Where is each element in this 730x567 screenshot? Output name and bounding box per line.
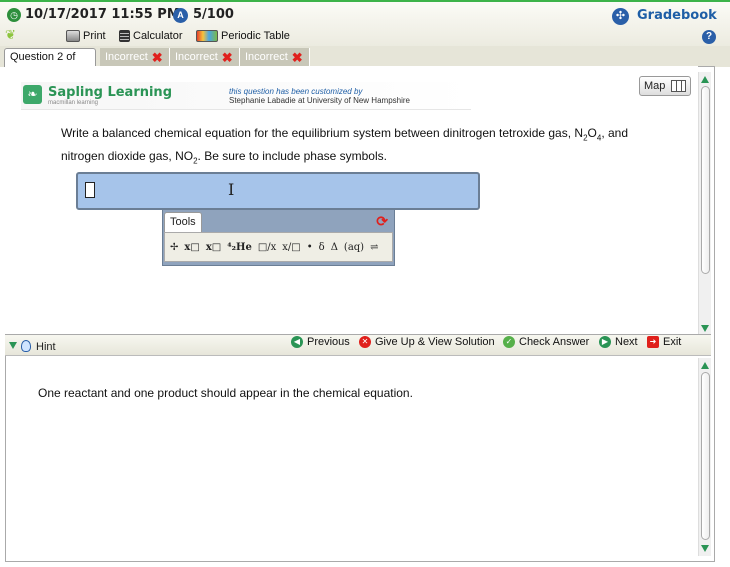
map-label: Map bbox=[644, 80, 666, 92]
scroll-up-icon[interactable] bbox=[701, 362, 709, 369]
incorrect-x-icon: ✖ bbox=[221, 50, 233, 65]
give-up-button[interactable]: ✕ Give Up & View Solution bbox=[359, 335, 495, 349]
scroll-thumb[interactable] bbox=[701, 372, 710, 540]
scroll-down-icon[interactable] bbox=[701, 545, 709, 552]
periodic-table-button[interactable]: Periodic Table bbox=[196, 29, 290, 43]
check-icon: ✓ bbox=[503, 336, 515, 348]
calculator-label: Calculator bbox=[133, 30, 183, 42]
scroll-up-icon[interactable] bbox=[701, 76, 709, 83]
calculator-button[interactable]: Calculator bbox=[119, 29, 183, 43]
answer-placeholder-box[interactable] bbox=[85, 182, 95, 198]
give-up-icon: ✕ bbox=[359, 336, 371, 348]
scroll-down-icon[interactable] bbox=[701, 325, 709, 332]
delta-lower-tool[interactable]: δ bbox=[319, 242, 325, 253]
aqueous-tool[interactable]: (aq) bbox=[344, 242, 364, 253]
help-icon[interactable]: ? bbox=[702, 30, 716, 44]
customized-note: this question has been customized by bbox=[229, 87, 363, 96]
previous-button[interactable]: ◀ Previous bbox=[291, 335, 350, 349]
sapling-header: ❧ Sapling Learning macmillan learning th… bbox=[21, 82, 471, 110]
tab-incorrect-label: Incorrect bbox=[245, 51, 288, 63]
print-button[interactable]: Print bbox=[66, 29, 106, 43]
sapling-logo-icon: ❧ bbox=[23, 85, 42, 104]
next-label: Next bbox=[615, 336, 638, 348]
exit-button[interactable]: ➜ Exit bbox=[647, 335, 681, 349]
top-bar: ◷ 10/17/2017 11:55 PM A 5/100 ✣ Gradeboo… bbox=[0, 0, 730, 46]
periodic-table-icon bbox=[196, 30, 218, 42]
hint-text: One reactant and one product should appe… bbox=[38, 386, 413, 400]
exit-label: Exit bbox=[663, 336, 682, 348]
fraction-tool-1[interactable]: □/x bbox=[258, 242, 276, 253]
next-button[interactable]: ▶ Next bbox=[599, 335, 638, 349]
tab-incorrect-label: Incorrect bbox=[175, 51, 218, 63]
periodic-table-label: Periodic Table bbox=[221, 30, 290, 42]
give-up-label: Give Up & View Solution bbox=[375, 336, 495, 348]
clock-icon: ◷ bbox=[7, 8, 21, 22]
tools-row: ✢ x□ x□ ⁴₂He □/x x/□ • δ Δ (aq) ⇌ bbox=[164, 232, 393, 262]
hint-label[interactable]: Hint bbox=[36, 341, 56, 353]
hint-panel: One reactant and one product should appe… bbox=[8, 358, 698, 558]
dot-tool[interactable]: • bbox=[307, 242, 313, 253]
calculator-icon bbox=[119, 30, 130, 42]
question-text-part: . Be sure to include phase symbols. bbox=[197, 149, 387, 164]
map-grid-icon bbox=[671, 80, 686, 92]
datetime: 10/17/2017 11:55 PM bbox=[25, 7, 180, 22]
isotope-tool[interactable]: ⁴₂He bbox=[227, 242, 252, 253]
hint-scrollbar[interactable] bbox=[698, 358, 711, 556]
exit-icon: ➜ bbox=[647, 336, 659, 348]
question-text-part: O bbox=[587, 126, 597, 140]
check-answer-label: Check Answer bbox=[519, 336, 590, 348]
sprout-icon: ❦ bbox=[5, 27, 16, 42]
tools-tab[interactable]: Tools bbox=[164, 212, 202, 232]
previous-icon: ◀ bbox=[291, 336, 303, 348]
incorrect-x-icon: ✖ bbox=[151, 50, 163, 65]
tools-panel: Tools ⟳ ✢ x□ x□ ⁴₂He □/x x/□ • δ Δ (aq) … bbox=[162, 209, 395, 266]
tab-current-question[interactable]: Question 2 of 19 bbox=[4, 48, 96, 80]
fraction-tool-2[interactable]: x/□ bbox=[282, 242, 300, 253]
tab-incorrect-label: Incorrect bbox=[105, 51, 148, 63]
map-button[interactable]: Map bbox=[639, 76, 691, 96]
question-text: Write a balanced chemical equation for t… bbox=[61, 124, 671, 171]
tab-incorrect-3[interactable]: Incorrect ✖ bbox=[240, 48, 310, 67]
customized-author: Stephanie Labadie at University of New H… bbox=[229, 96, 410, 105]
question-text-part: Write a balanced chemical equation for t… bbox=[61, 126, 584, 140]
gradebook-icon: ✣ bbox=[612, 8, 629, 25]
superscript-tool[interactable]: x□ bbox=[184, 242, 199, 253]
question-panel: ❧ Sapling Learning macmillan learning th… bbox=[5, 66, 698, 336]
delta-upper-tool[interactable]: Δ bbox=[331, 242, 338, 253]
sapling-title: Sapling Learning bbox=[48, 85, 172, 100]
score-icon: A bbox=[173, 8, 188, 23]
lightbulb-icon bbox=[21, 340, 31, 352]
question-scrollbar[interactable] bbox=[698, 72, 711, 336]
next-icon: ▶ bbox=[599, 336, 611, 348]
tab-incorrect-1[interactable]: Incorrect ✖ bbox=[100, 48, 170, 67]
score: 5/100 bbox=[193, 7, 234, 22]
navigation-bar: Hint ◀ Previous ✕ Give Up & View Solutio… bbox=[5, 334, 711, 356]
subscript-tool[interactable]: x□ bbox=[206, 242, 221, 253]
hint-toggle-icon[interactable] bbox=[9, 342, 17, 349]
sapling-subtitle: macmillan learning bbox=[48, 100, 99, 106]
move-tool[interactable]: ✢ bbox=[170, 242, 178, 253]
text-cursor-icon: I bbox=[228, 180, 235, 199]
printer-icon bbox=[66, 30, 80, 42]
question-tab-bar: Question 2 of 19 Incorrect ✖ Incorrect ✖… bbox=[0, 46, 730, 80]
incorrect-x-icon: ✖ bbox=[291, 50, 303, 65]
equation-answer-input[interactable]: I bbox=[76, 172, 480, 210]
equilibrium-arrow-tool[interactable]: ⇌ bbox=[370, 242, 378, 253]
tab-incorrect-2[interactable]: Incorrect ✖ bbox=[170, 48, 240, 67]
scroll-thumb[interactable] bbox=[701, 86, 710, 274]
refresh-icon[interactable]: ⟳ bbox=[376, 213, 388, 230]
previous-label: Previous bbox=[307, 336, 350, 348]
print-label: Print bbox=[83, 30, 106, 42]
gradebook-link[interactable]: Gradebook bbox=[637, 8, 717, 23]
check-answer-button[interactable]: ✓ Check Answer bbox=[503, 335, 589, 349]
